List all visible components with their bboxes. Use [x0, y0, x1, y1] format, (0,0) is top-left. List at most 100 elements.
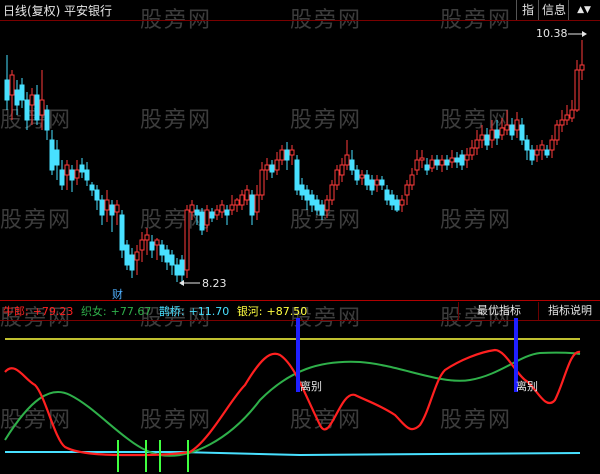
candle-body: [119, 214, 125, 251]
scroll-arrows-button[interactable]: ▲▼: [568, 0, 599, 20]
candle-body: [544, 149, 550, 156]
candle-body: [519, 124, 525, 141]
candle-body: [344, 154, 350, 166]
candle-body: [164, 249, 170, 263]
candle-body: [294, 159, 300, 191]
candle-body: [539, 144, 545, 151]
candle-body: [189, 204, 195, 213]
candle-body: [9, 74, 15, 96]
chart-canvas[interactable]: [0, 0, 600, 474]
candle-body: [349, 159, 355, 171]
candle-body: [284, 149, 290, 161]
yinhe-label: 银河:: [236, 305, 263, 318]
candle-body: [249, 194, 255, 216]
candle-body: [49, 139, 55, 171]
candle-body: [94, 189, 100, 201]
candle-body: [4, 79, 10, 101]
candle-body: [214, 209, 220, 216]
candle-body: [339, 164, 345, 176]
candle-body: [529, 149, 535, 161]
candle-body: [414, 159, 420, 171]
zhi-button[interactable]: 指: [516, 0, 539, 20]
candle-body: [29, 94, 35, 106]
candle-body: [24, 99, 30, 121]
candle-body: [499, 127, 505, 136]
stock-name: 平安银行: [64, 4, 113, 18]
candle-body: [254, 194, 260, 213]
candle-body: [199, 211, 205, 231]
candle-body: [14, 89, 20, 106]
candle-body: [44, 109, 50, 131]
candle-body: [454, 157, 460, 163]
candle-body: [174, 264, 180, 276]
candle-body: [444, 159, 450, 166]
info-button[interactable]: 信息: [538, 0, 569, 20]
candle-body: [484, 134, 490, 146]
candle-body: [429, 159, 435, 169]
candle-body: [469, 147, 475, 156]
candle-body: [404, 184, 410, 196]
candle-body: [114, 204, 120, 213]
candle-body: [559, 119, 565, 126]
candle-body: [459, 154, 465, 166]
candle-body: [439, 159, 445, 166]
candle-body: [69, 169, 75, 181]
libie-label-1: 离别: [300, 380, 322, 393]
candle-body: [309, 194, 315, 206]
queqiao-value: +11.70: [188, 305, 230, 318]
candle-body: [304, 189, 310, 201]
candle-body: [564, 114, 570, 121]
candle-body: [274, 159, 280, 171]
niulang-label: 牛郎:: [3, 305, 29, 318]
candle-body: [574, 69, 580, 111]
candle-body: [134, 251, 140, 261]
candle-body: [139, 239, 145, 251]
candle-body: [64, 164, 70, 176]
candle-body: [159, 244, 165, 256]
candle-body: [514, 119, 520, 131]
candle-body: [279, 149, 285, 161]
best-indicator-button[interactable]: 最优指标: [458, 302, 539, 320]
candlestick-series: [4, 40, 585, 285]
candle-body: [239, 194, 245, 206]
candle-body: [399, 199, 405, 206]
candle-body: [264, 164, 270, 171]
candle-body: [314, 199, 320, 211]
candle-body: [89, 184, 95, 191]
candle-body: [324, 199, 330, 211]
candle-body: [149, 241, 155, 251]
candle-body: [409, 174, 415, 186]
candle-body: [329, 184, 335, 201]
candle-body: [194, 209, 200, 216]
candle-body: [289, 149, 295, 156]
candle-body: [79, 164, 85, 173]
period-label[interactable]: 日线(复权): [3, 2, 60, 19]
indicator-help-button[interactable]: 指标说明: [538, 302, 600, 320]
yinhe-value: +87.50: [266, 305, 308, 318]
niulang-line: [4, 348, 581, 457]
candle-body: [384, 189, 390, 201]
candle-body: [169, 254, 175, 266]
candle-body: [389, 194, 395, 206]
candle-body: [39, 99, 45, 116]
candle-body: [74, 169, 80, 179]
candle-body: [34, 94, 40, 121]
finance-marker[interactable]: 财: [112, 286, 123, 302]
candle-body: [494, 129, 500, 139]
low-price-label: 8.23: [202, 277, 227, 290]
indicator-values: 牛郎: +79.23 织女: +77.67 鹊桥: +11.70 银河: +87.50: [3, 303, 311, 319]
libie-label-2: 离别: [516, 380, 538, 393]
candle-body: [204, 209, 210, 226]
high-price-label: 10.38: [536, 27, 568, 40]
candle-body: [464, 154, 470, 161]
candle-body: [569, 109, 575, 119]
queqiao-label: 鹊桥:: [158, 305, 185, 318]
candle-body: [479, 134, 485, 141]
candle-body: [489, 129, 495, 141]
candle-body: [144, 234, 150, 241]
candle-body: [84, 169, 90, 181]
candle-body: [504, 124, 510, 131]
candle-body: [434, 159, 440, 166]
candle-body: [224, 209, 230, 216]
candle-body: [99, 199, 105, 216]
